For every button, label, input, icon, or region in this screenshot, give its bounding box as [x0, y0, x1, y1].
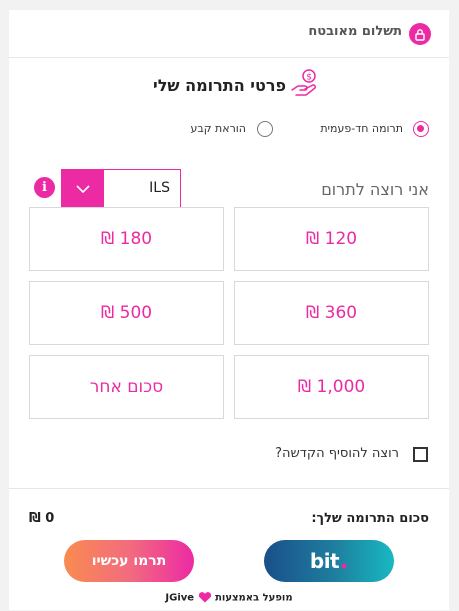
secure-payment-bar: תשלום מאובטח: [9, 10, 449, 58]
one-time-label[interactable]: תרומה חד-פעמית: [320, 122, 403, 135]
bit-logo: bit: [309, 549, 340, 573]
amount-option-120[interactable]: 120 ₪: [234, 207, 429, 271]
donation-hand-icon: $: [289, 68, 319, 102]
total-label: סכום התרומה שלך:: [311, 511, 429, 526]
powered-by: JGive מופעל באמצעות: [9, 592, 449, 604]
amount-option-1000[interactable]: 1,000 ₪: [234, 355, 429, 419]
one-time-radio[interactable]: [413, 121, 429, 137]
amount-option-500[interactable]: 500 ₪: [29, 281, 224, 345]
donate-amount-label: אני רוצה לתרום: [321, 180, 429, 199]
info-icon[interactable]: i: [34, 177, 55, 198]
brand-label: JGive: [165, 592, 195, 604]
lock-icon: [409, 23, 431, 45]
heart-icon: [198, 592, 215, 604]
section-title-row: $ פרטי התרומה שלי: [9, 68, 449, 108]
powered-label: מופעל באמצעות: [215, 592, 293, 604]
chevron-down-icon[interactable]: [62, 170, 104, 207]
dedication-checkbox[interactable]: [413, 447, 428, 462]
total-value: 0 ₪: [29, 511, 55, 526]
bit-pay-button[interactable]: bit: [264, 540, 394, 582]
bit-dot-icon: [341, 563, 347, 569]
svg-text:$: $: [306, 73, 312, 83]
section-title: פרטי התרומה שלי: [152, 76, 286, 95]
recurring-radio[interactable]: [257, 121, 273, 137]
donate-now-button[interactable]: תרמו עכשיו: [64, 540, 194, 582]
dedication-label[interactable]: רוצה להוסיף הקדשה?: [275, 446, 399, 461]
amount-option-180[interactable]: 180 ₪: [29, 207, 224, 271]
amount-option-360[interactable]: 360 ₪: [234, 281, 429, 345]
currency-value: ILS: [149, 180, 170, 196]
currency-select[interactable]: ILS: [61, 169, 181, 208]
secure-payment-label: תשלום מאובטח: [308, 24, 402, 39]
dedication-row: רוצה להוסיף הקדשה?: [9, 440, 449, 470]
donation-panel: תשלום מאובטח $ פרטי התרומה שלי תרומה חד-…: [9, 10, 449, 610]
payment-footer: סכום התרומה שלך: 0 ₪ bit תרמו עכשיו JGiv…: [9, 488, 449, 610]
donation-type-group: תרומה חד-פעמית הוראת קבע: [9, 114, 449, 144]
amount-option-other[interactable]: סכום אחר: [29, 355, 224, 419]
recurring-label[interactable]: הוראת קבע: [190, 122, 246, 135]
